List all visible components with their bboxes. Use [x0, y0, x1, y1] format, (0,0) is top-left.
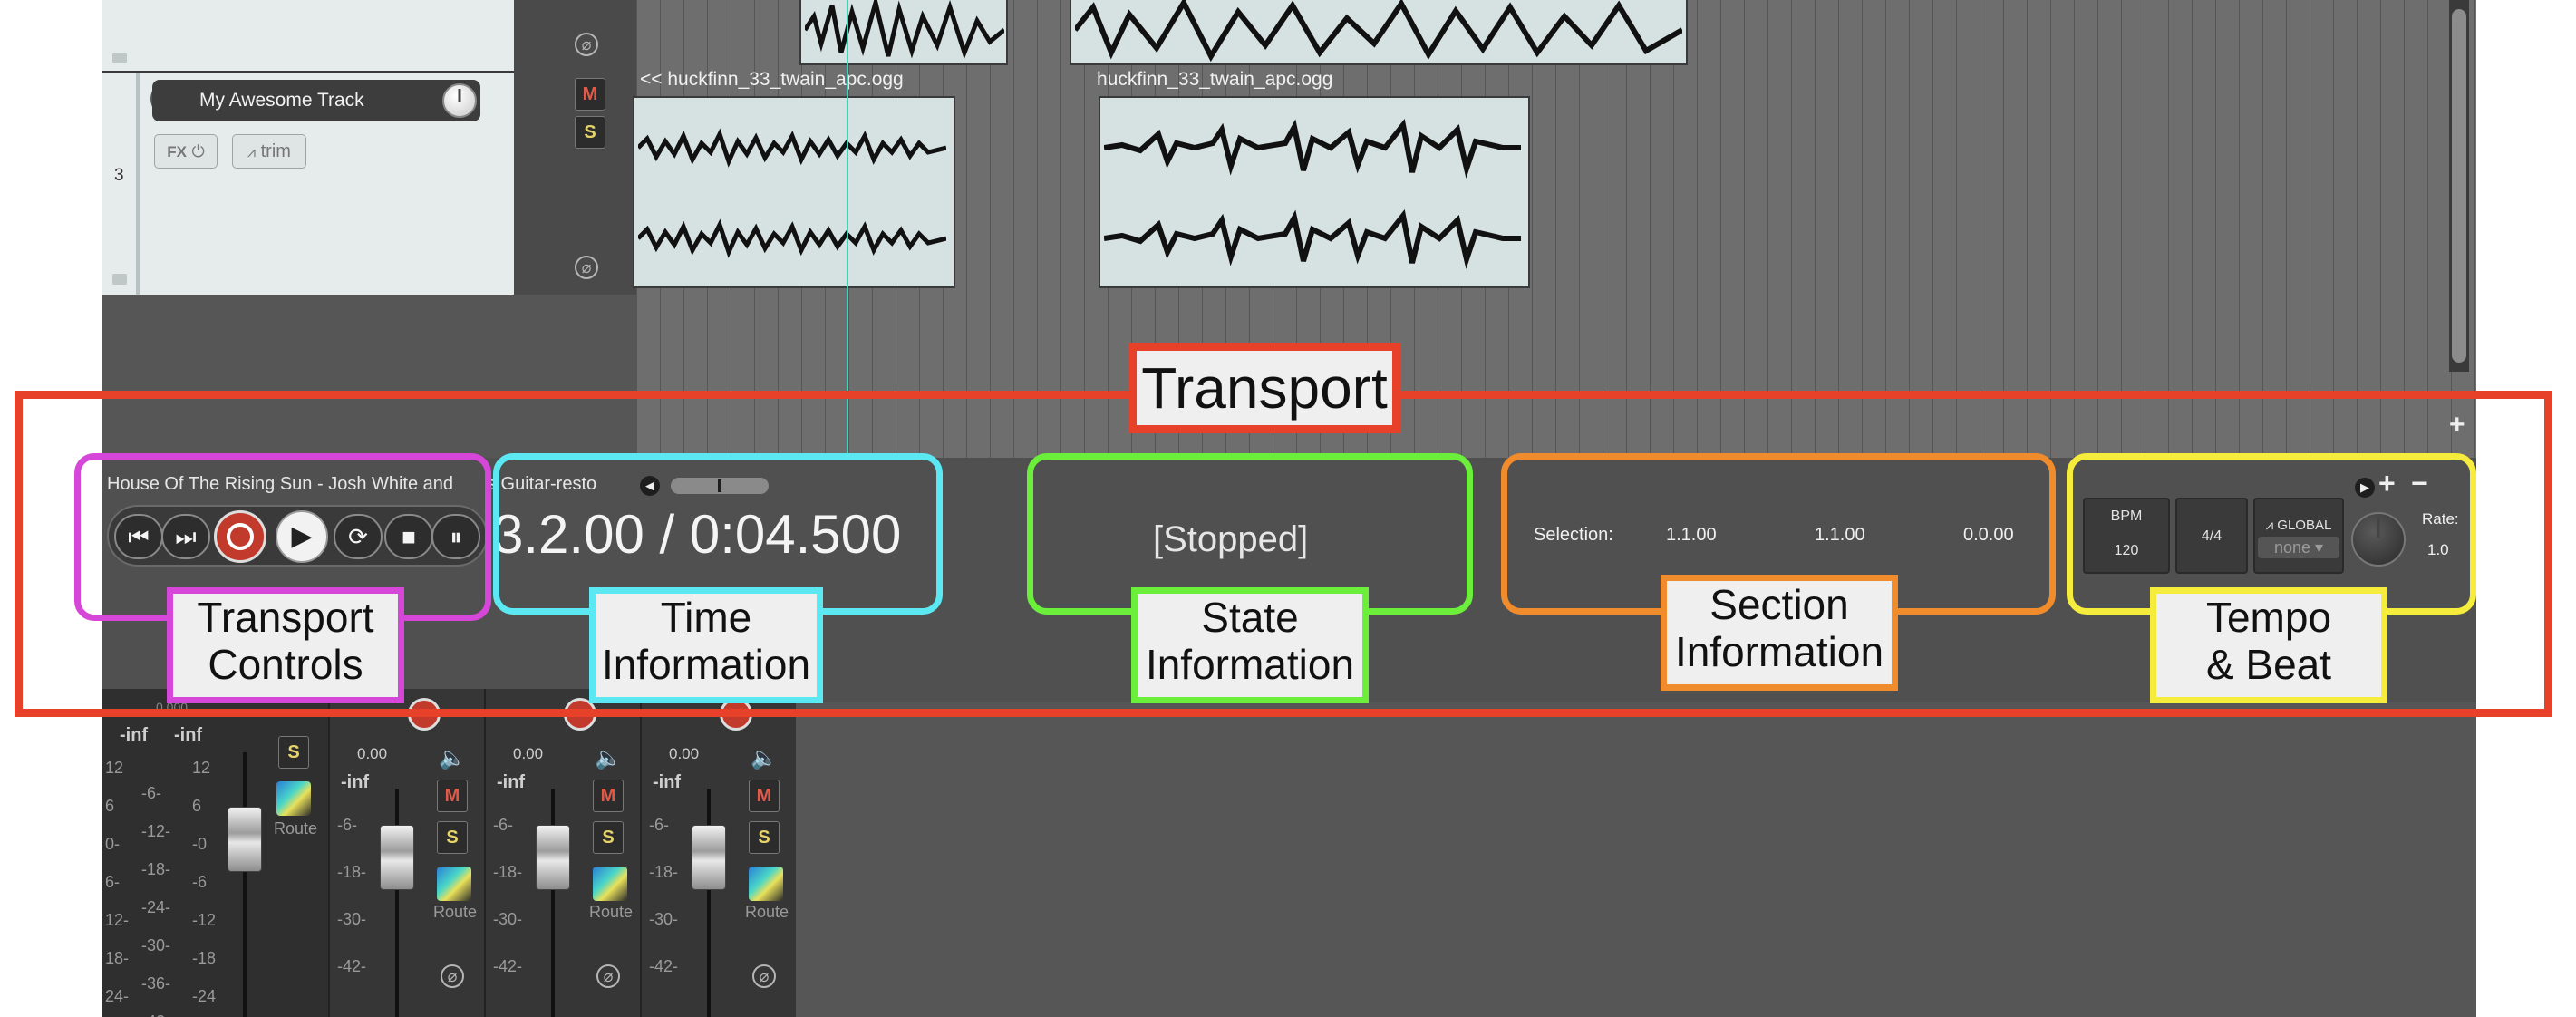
strip-1-scale: -6- -18- -30- -42-: [337, 816, 367, 975]
mixer-panel: -inf -inf 0.000 12 6 0- 6- 12- 18- 24- 3…: [102, 689, 796, 1017]
strip-3-db: -inf: [653, 772, 682, 792]
strip-2-route-label[interactable]: Route: [589, 903, 633, 922]
strip-3-route-label[interactable]: Route: [745, 903, 789, 922]
volume-knob[interactable]: [442, 83, 477, 118]
strip-3-solo-button[interactable]: S: [749, 821, 780, 854]
media-item-right[interactable]: [1099, 96, 1530, 288]
waveform-upper-1: [805, 0, 1004, 60]
strip-1-mute-button[interactable]: M: [437, 780, 468, 812]
strip-3-fader-track: [707, 789, 711, 1017]
strip-2-phase-icon[interactable]: ⌀: [596, 964, 620, 988]
track-number: 3: [114, 166, 124, 185]
media-item-upper-2[interactable]: [1070, 0, 1688, 65]
strip-3-scale: -6- -18- -30- -42-: [649, 816, 679, 975]
strip-1-speaker-icon[interactable]: 🔈: [439, 745, 466, 771]
trim-label: trim: [260, 141, 291, 161]
fx-button[interactable]: FX ⏻: [154, 134, 218, 169]
fx-label: FX: [167, 143, 187, 160]
phase-invert-icon-upper[interactable]: ⌀: [575, 33, 598, 56]
waveform-upper-2: [1075, 0, 1682, 62]
master-scale-right: 12 6 -0 -6 -12 -18 -24 -30: [192, 759, 217, 1005]
strip-2-solo-button[interactable]: S: [593, 821, 624, 854]
strip-2-route-icon[interactable]: [593, 867, 627, 901]
track-color-strip: [136, 73, 140, 295]
transport-annotation-label: Transport: [1128, 343, 1400, 433]
master-route-icon[interactable]: [276, 781, 311, 816]
transport-controls-annotation-label: Transport Controls: [167, 587, 404, 703]
scrollbar-thumb[interactable]: [2452, 9, 2466, 363]
solo-button[interactable]: S: [575, 116, 605, 149]
strip-1-route-label[interactable]: Route: [433, 903, 477, 922]
envelope-icon: ⩘: [247, 145, 257, 160]
strip-2-fader-track: [551, 789, 555, 1017]
master-route-label[interactable]: Route: [274, 819, 317, 838]
folder-icon[interactable]: [112, 274, 127, 285]
waveform-right-top: [1104, 119, 1521, 179]
strip-2-value: 0.00: [513, 745, 544, 762]
phase-invert-icon[interactable]: ⌀: [575, 256, 598, 279]
state-information-annotation-label: State Information: [1131, 587, 1369, 703]
time-information-annotation-label: Time Information: [589, 587, 823, 703]
media-item-label-left: << huckfinn_33_twain_apc.ogg: [640, 69, 904, 90]
folder-icon-upper[interactable]: [112, 53, 127, 63]
master-solo-button[interactable]: S: [278, 736, 309, 769]
track-panel-upper: [102, 0, 514, 71]
master-right-db: -inf: [174, 725, 203, 745]
track-panel-3[interactable]: 3 My Awesome Track FX ⏻ ⩘ trim: [102, 73, 514, 295]
mixer-strip-1: 0.00 -inf -6- -18- -30- -42- 🔈 M S Route…: [328, 689, 484, 1017]
strip-1-value: 0.00: [357, 745, 388, 762]
strip-3-phase-icon[interactable]: ⌀: [752, 964, 776, 988]
waveform-left-top: [638, 128, 946, 168]
section-information-annotation-label: Section Information: [1661, 575, 1898, 691]
master-scale-mid: -6- -12- -18- -24- -30- -36- -42-: [141, 784, 171, 1017]
strip-2-speaker-icon[interactable]: 🔈: [595, 745, 622, 771]
strip-1-phase-icon[interactable]: ⌀: [441, 964, 464, 988]
fx-bypass-icon[interactable]: ⏻: [192, 142, 205, 160]
mixer-strip-3: 0.00 -inf -6- -18- -30- -42- 🔈 M S Route…: [640, 689, 796, 1017]
trim-automation-button[interactable]: ⩘ trim: [232, 134, 306, 169]
waveform-right-bottom: [1104, 209, 1521, 270]
strip-3-mute-button[interactable]: M: [749, 780, 780, 812]
strip-1-solo-button[interactable]: S: [437, 821, 468, 854]
tempo-beat-annotation-label: Tempo & Beat: [2150, 587, 2387, 703]
vertical-scrollbar[interactable]: [2449, 0, 2469, 372]
master-strip: -inf -inf 0.000 12 6 0- 6- 12- 18- 24- 3…: [102, 689, 328, 1017]
strip-1-fader[interactable]: [380, 825, 414, 890]
strip-3-fader[interactable]: [692, 825, 726, 890]
strip-1-db: -inf: [341, 772, 370, 792]
master-fader-track: [243, 752, 247, 1017]
strip-3-route-icon[interactable]: [749, 867, 783, 901]
media-item-label-right: huckfinn_33_twain_apc.ogg: [1097, 69, 1333, 90]
master-fader[interactable]: [228, 807, 262, 872]
strip-2-db: -inf: [497, 772, 526, 792]
strip-3-value: 0.00: [669, 745, 700, 762]
media-item-left[interactable]: [633, 96, 955, 288]
strip-2-mute-button[interactable]: M: [593, 780, 624, 812]
track-name: My Awesome Track: [199, 90, 364, 111]
mute-button[interactable]: M: [575, 78, 605, 111]
strip-2-scale: -6- -18- -30- -42-: [493, 816, 523, 975]
master-scale-left: 12 6 0- 6- 12- 18- 24- 30-: [105, 759, 130, 1005]
strip-3-speaker-icon[interactable]: 🔈: [751, 745, 778, 771]
waveform-left-bottom: [638, 218, 946, 258]
track-name-field[interactable]: My Awesome Track: [152, 80, 480, 121]
strip-2-fader[interactable]: [536, 825, 570, 890]
strip-1-route-icon[interactable]: [437, 867, 471, 901]
strip-1-fader-track: [395, 789, 399, 1017]
mixer-strip-2: 0.00 -inf -6- -18- -30- -42- 🔈 M S Route…: [484, 689, 640, 1017]
media-item-upper-1[interactable]: [799, 0, 1008, 65]
